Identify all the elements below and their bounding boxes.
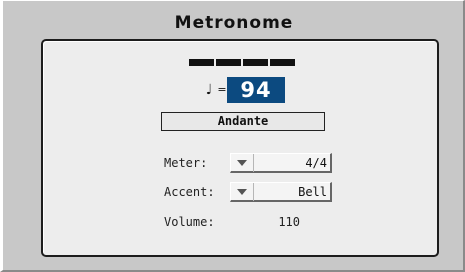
equals-sign: = <box>217 83 227 96</box>
chevron-down-icon[interactable] <box>231 182 254 201</box>
tempo-name-display: Andante <box>161 112 325 131</box>
quarter-note-icon: ♩ <box>205 82 213 98</box>
beat-block-2 <box>216 59 241 66</box>
volume-value[interactable]: 110 <box>230 215 300 229</box>
tempo-value[interactable]: 94 <box>227 77 285 103</box>
window-title: Metronome <box>174 13 294 33</box>
chevron-down-icon[interactable] <box>231 153 254 172</box>
beat-block-1 <box>189 59 214 66</box>
volume-row: Volume: 110 <box>164 211 300 233</box>
meter-select[interactable]: 4/4 <box>230 153 332 173</box>
meter-value: 4/4 <box>305 155 327 170</box>
tempo-row: ♩ = 94 <box>201 77 285 103</box>
accent-row: Accent: Bell <box>164 181 332 203</box>
meter-label: Meter: <box>164 156 208 170</box>
metronome-window: Metronome ♩ = 94 Andante Meter: 4/4 Acce… <box>0 0 465 272</box>
accent-label: Accent: <box>164 185 215 199</box>
beat-block-3 <box>243 59 268 66</box>
volume-label: Volume: <box>164 215 215 229</box>
accent-select[interactable]: Bell <box>230 182 332 202</box>
beat-block-4 <box>270 59 295 66</box>
beat-indicator <box>189 59 295 66</box>
metronome-panel: ♩ = 94 Andante Meter: 4/4 Accent: Bell V… <box>41 39 439 257</box>
accent-value: Bell <box>298 184 327 199</box>
meter-row: Meter: 4/4 <box>164 152 332 174</box>
